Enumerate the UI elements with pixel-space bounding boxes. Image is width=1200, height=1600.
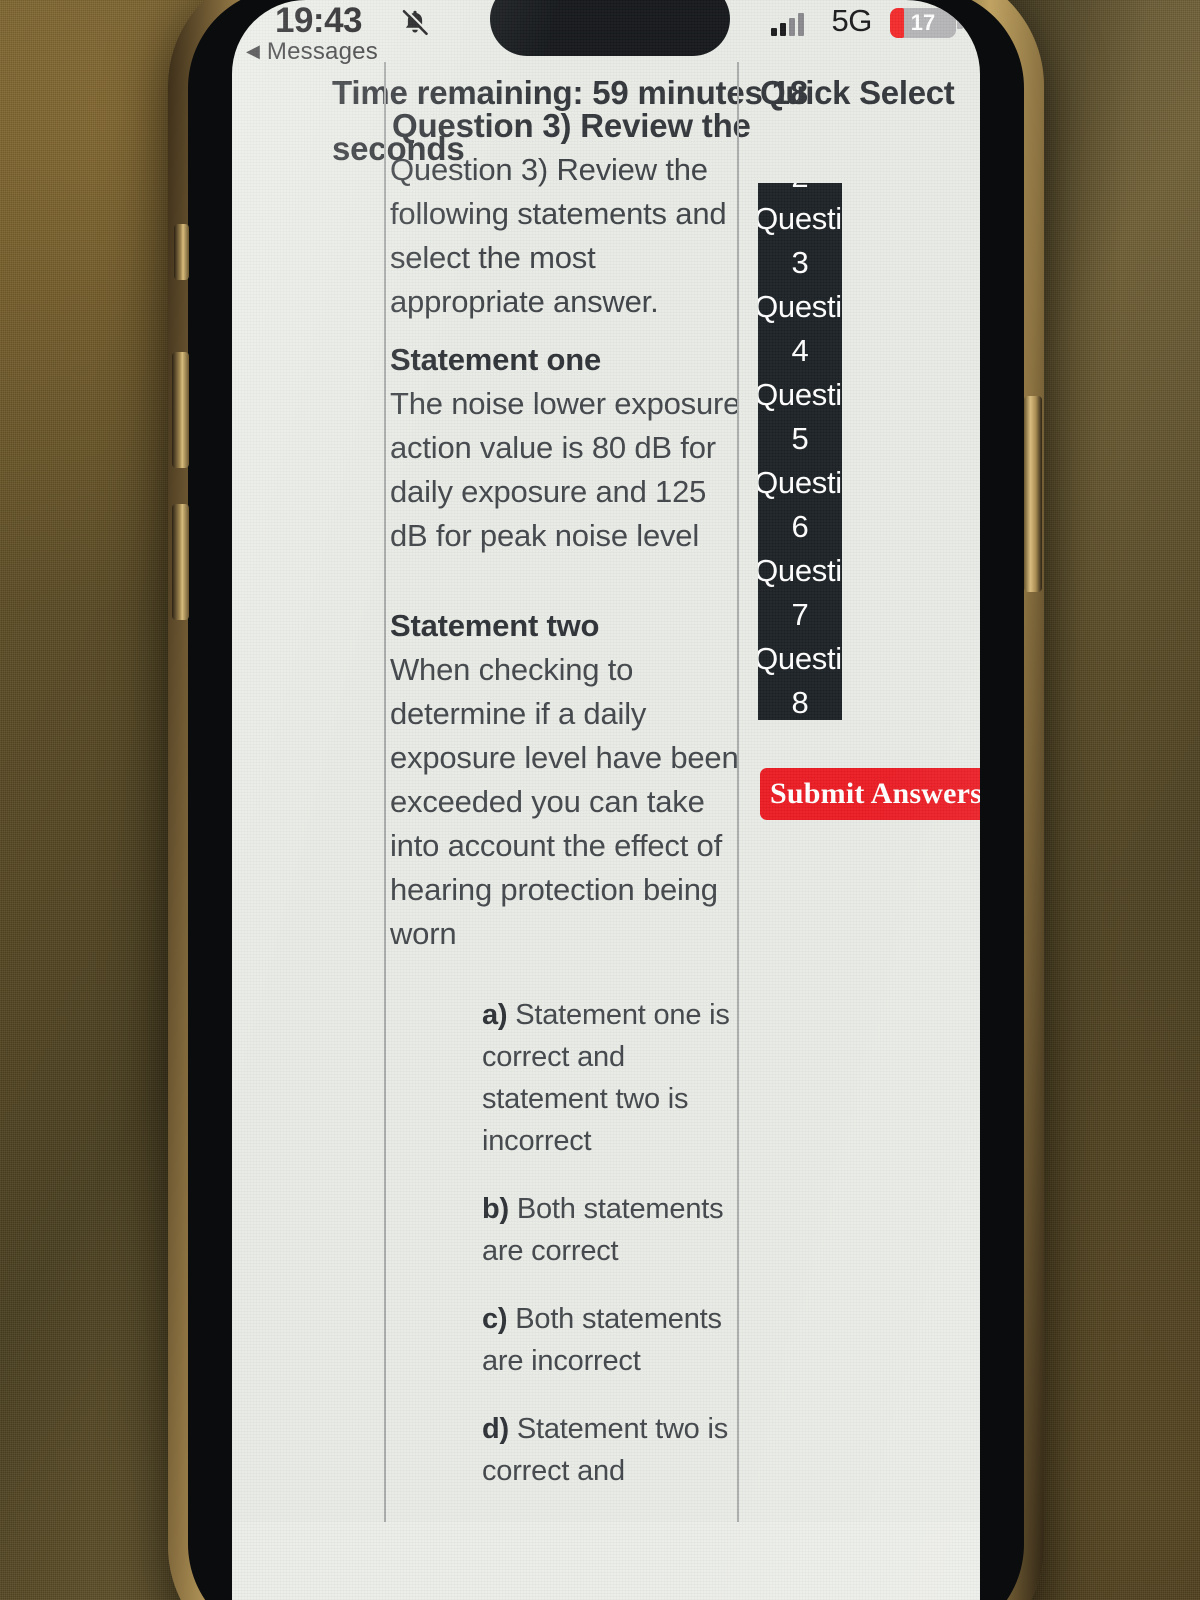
quick-select-item-8-label: Questi <box>758 641 842 676</box>
quick-select-item-5-label: Questi <box>758 377 842 412</box>
quick-select-item-3-number: 3 <box>791 245 809 280</box>
answer-option-c-text: Both statements are incorrect <box>482 1303 722 1377</box>
column-divider-right <box>737 62 739 1522</box>
question-prompt-text: Question 3) Review the following stateme… <box>390 152 727 319</box>
quick-select-item-3-label: Questi <box>758 201 842 236</box>
answer-option-b-text: Both statements are correct <box>482 1193 724 1267</box>
bell-slash-icon <box>402 8 430 36</box>
back-to-messages-link[interactable]: ◀ Messages <box>246 38 378 66</box>
quick-select-clipped-number: 2 <box>758 183 842 199</box>
answer-option-b-letter: b) <box>482 1193 509 1225</box>
page-bottom-area <box>232 1522 980 1600</box>
statement-two-block: Statement two When checking to determine… <box>390 604 742 956</box>
answer-option-d[interactable]: d) Statement two is correct and <box>482 1408 740 1492</box>
photograph-of-phone-on-fabric: 19:43 ◀ Messages 5G 17 Time remaining: 5… <box>0 0 1200 1600</box>
battery-cap <box>957 16 964 29</box>
answer-option-c-letter: c) <box>482 1303 508 1335</box>
statement-one-heading: Statement one <box>390 342 601 377</box>
quick-select-item-5-number: 5 <box>791 421 809 456</box>
quick-select-item-6[interactable]: Questi 6 <box>758 461 842 549</box>
power-button[interactable] <box>1024 396 1042 592</box>
phone-screen: 19:43 ◀ Messages 5G 17 Time remaining: 5… <box>232 0 980 1600</box>
answer-option-d-letter: d) <box>482 1413 509 1445</box>
answer-option-a[interactable]: a) Statement one is correct and statemen… <box>482 994 740 1162</box>
network-type-label: 5G <box>831 3 872 38</box>
back-arrow-icon: ◀ <box>246 41 261 61</box>
submit-answers-button[interactable]: Submit Answers <box>760 768 980 820</box>
column-divider-left <box>384 62 386 1522</box>
quick-select-item-7-label: Questi <box>758 553 842 588</box>
answer-option-d-text: Statement two is correct and <box>482 1413 729 1487</box>
quick-select-heading: Quick Select <box>760 74 955 111</box>
statement-two-heading: Statement two <box>390 608 600 643</box>
battery-icon: 17 <box>890 8 956 38</box>
quick-select-item-8-number: 8 <box>791 685 809 720</box>
quick-select-item-3[interactable]: Questi 3 <box>758 197 842 285</box>
volume-up-button[interactable] <box>172 352 189 468</box>
quick-select-item-5[interactable]: Questi 5 <box>758 373 842 461</box>
quick-select-item-8[interactable]: Questi 8 <box>758 637 842 720</box>
statement-one-block: Statement one The noise lower exposure a… <box>390 338 742 558</box>
quick-select-item-4-label: Questi <box>758 289 842 324</box>
question-title: Question 3) Review the <box>392 107 751 144</box>
back-label: Messages <box>266 38 378 65</box>
quick-select-item-6-label: Questi <box>758 465 842 500</box>
answer-options-list: a) Statement one is correct and statemen… <box>482 994 740 1518</box>
quick-select-panel: 2 Questi 3 Questi 4 Questi 5 Questi 6 <box>758 183 842 720</box>
quick-select-item-7[interactable]: Questi 7 <box>758 549 842 637</box>
statement-two-text: When checking to determine if a daily ex… <box>390 652 739 951</box>
statement-one-text: The noise lower exposure action value is… <box>390 386 741 553</box>
quick-select-item-4-number: 4 <box>791 333 809 368</box>
quick-select-item-7-number: 7 <box>791 597 809 632</box>
answer-option-a-letter: a) <box>482 999 508 1031</box>
volume-down-button[interactable] <box>172 504 189 620</box>
mute-switch-button[interactable] <box>174 224 189 280</box>
status-time: 19:43 <box>275 1 363 40</box>
exam-page-content: Time remaining: 59 minutes 18 seconds Qu… <box>232 62 980 1600</box>
answer-option-b[interactable]: b) Both statements are correct <box>482 1188 740 1272</box>
signal-strength-icon <box>771 12 804 36</box>
answer-option-c[interactable]: c) Both statements are incorrect <box>482 1298 740 1382</box>
dynamic-island <box>490 0 730 56</box>
quick-select-item-4[interactable]: Questi 4 <box>758 285 842 373</box>
answer-option-a-text: Statement one is correct and statement t… <box>482 999 730 1157</box>
battery-percent-label: 17 <box>910 10 936 35</box>
quick-select-item-6-number: 6 <box>791 509 809 544</box>
